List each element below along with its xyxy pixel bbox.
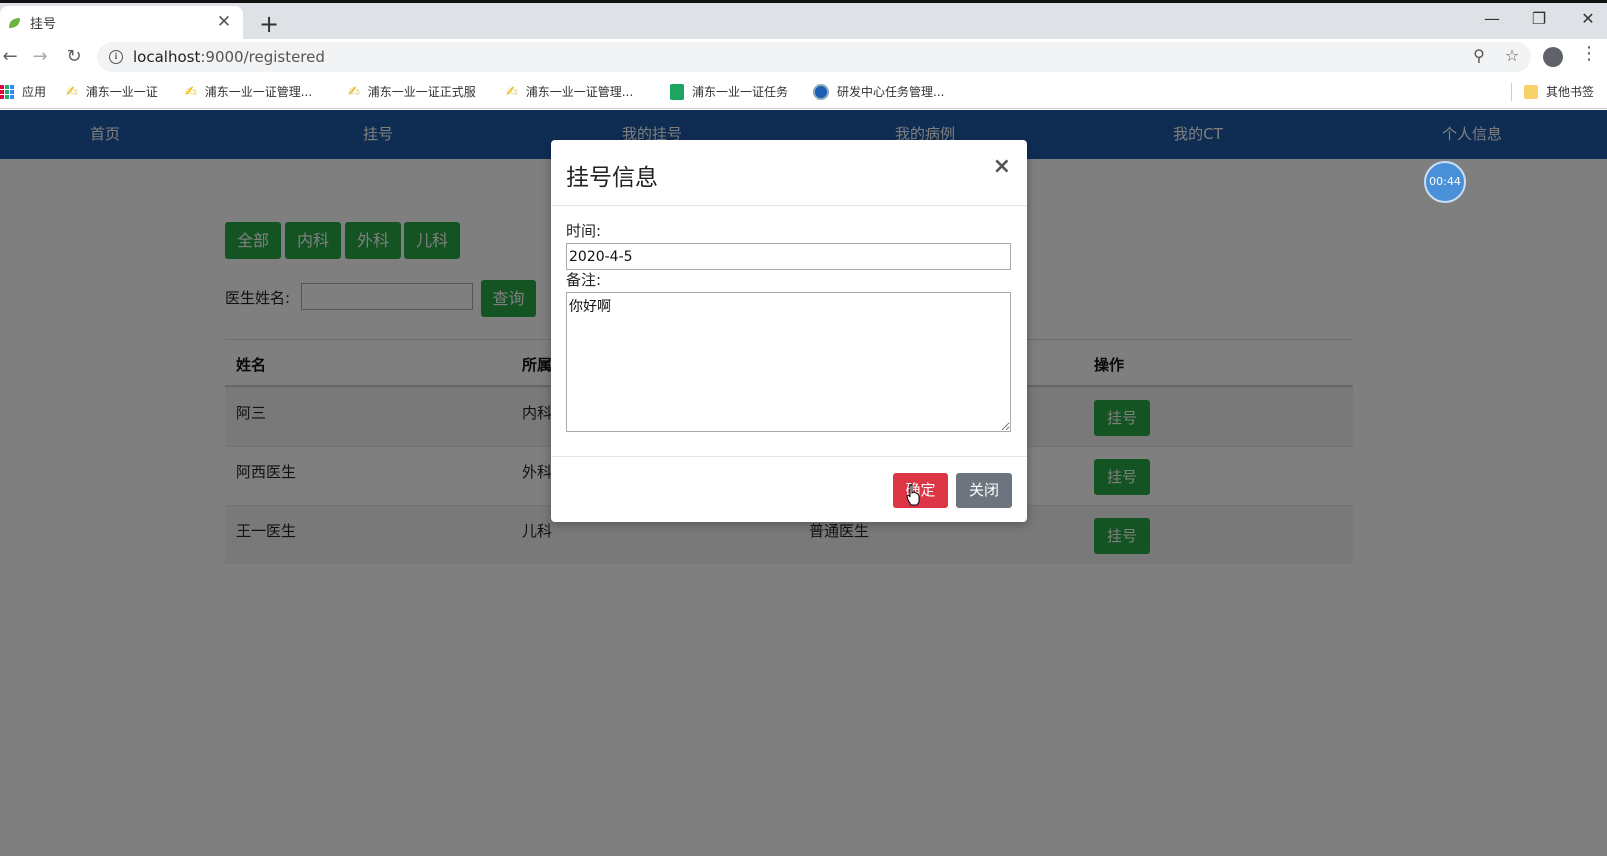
- bookmark-label: 研发中心任务管理...: [837, 85, 945, 99]
- bookmark-label: 浦东一业一证: [85, 85, 158, 99]
- bookmark-item[interactable]: ✍ 浦东一业一证管理...: [506, 83, 633, 100]
- url-text: localhost:9000/registered: [133, 48, 325, 66]
- forward-arrow-icon[interactable]: →: [28, 45, 52, 69]
- timer-badge: 00:44: [1424, 161, 1466, 203]
- registration-modal: 挂号信息 × 时间: 备注: 你好啊 确定 关闭: [551, 140, 1027, 522]
- sheet-icon: [670, 83, 684, 100]
- new-tab-button[interactable]: +: [256, 11, 282, 37]
- modal-title: 挂号信息: [566, 165, 658, 191]
- address-bar[interactable]: i localhost:9000/registered ⚲ ☆: [97, 42, 1531, 72]
- tab-close-icon[interactable]: ✕: [215, 14, 233, 31]
- zoom-icon[interactable]: ⚲: [1468, 46, 1490, 65]
- bookmarks-bar: 应用 ✍ 浦东一业一证 ✍ 浦东一业一证管理... ✍ 浦东一业一证正式服 ✍ …: [0, 75, 1607, 109]
- modal-footer: 确定 关闭: [551, 456, 1027, 522]
- pen-icon: ✍: [66, 83, 78, 100]
- bookmark-item[interactable]: 浦东一业一证任务: [670, 83, 788, 100]
- bookmark-item[interactable]: ✍ 浦东一业一证正式服: [348, 83, 476, 100]
- bookmark-other[interactable]: 其他书签: [1524, 83, 1594, 100]
- bookmark-label: 浦东一业一证任务: [692, 85, 789, 99]
- minimize-button[interactable]: —: [1477, 9, 1507, 28]
- modal-body: 时间: 备注: 你好啊: [551, 206, 1027, 456]
- time-label: 时间:: [566, 222, 602, 240]
- bookmark-apps[interactable]: 应用: [0, 83, 46, 100]
- info-icon[interactable]: i: [109, 50, 123, 64]
- confirm-button[interactable]: 确定: [893, 473, 948, 508]
- bookmark-separator: [1511, 83, 1512, 101]
- bookmark-item[interactable]: ✍ 浦东一业一证管理...: [185, 83, 312, 100]
- reload-icon[interactable]: ↻: [62, 45, 86, 69]
- pen-icon: ✍: [348, 83, 360, 100]
- note-label: 备注:: [566, 271, 602, 289]
- bookmark-item[interactable]: ✍ 浦东一业一证: [66, 83, 158, 100]
- tab-strip: 挂号 ✕ + — ❐ ✕: [0, 3, 1607, 39]
- close-icon[interactable]: ×: [993, 156, 1011, 178]
- url-path: :9000/registered: [200, 48, 325, 66]
- leaf-icon: [6, 15, 22, 31]
- pen-icon: ✍: [506, 83, 518, 100]
- back-arrow-icon[interactable]: ←: [0, 45, 22, 69]
- folder-icon: [1524, 84, 1538, 99]
- browser-tab[interactable]: 挂号 ✕: [0, 6, 243, 39]
- page: 首页 挂号 我的挂号 我的病例 我的CT 个人信息 全部 内科 外科 儿科 医生…: [0, 110, 1607, 856]
- bookmark-label: 其他书签: [1546, 85, 1595, 99]
- tab-title: 挂号: [30, 17, 57, 32]
- bookmark-label: 浦东一业一证管理...: [204, 85, 313, 99]
- note-textarea[interactable]: 你好啊: [566, 292, 1011, 432]
- url-host: localhost: [133, 48, 201, 66]
- browser-menu-icon[interactable]: ⋮: [1580, 45, 1598, 63]
- time-input[interactable]: [566, 243, 1011, 270]
- bookmark-label: 浦东一业一证管理...: [525, 85, 634, 99]
- bookmark-label: 浦东一业一证正式服: [367, 85, 476, 99]
- modal-header: 挂号信息 ×: [551, 140, 1027, 206]
- profile-avatar-icon[interactable]: [1543, 47, 1563, 67]
- close-button[interactable]: 关闭: [956, 473, 1012, 508]
- pen-icon: ✍: [185, 83, 197, 100]
- window-close-button[interactable]: ✕: [1573, 9, 1603, 28]
- globe-icon: [813, 83, 829, 100]
- bookmark-label: 应用: [22, 85, 47, 99]
- apps-grid-icon: [0, 84, 14, 99]
- bookmark-item[interactable]: 研发中心任务管理...: [813, 83, 944, 100]
- browser-toolbar: ← → ↻ i localhost:9000/registered ⚲ ☆ ⋮: [0, 39, 1607, 75]
- hand-cursor-icon: [906, 484, 920, 506]
- restore-button[interactable]: ❐: [1524, 9, 1554, 28]
- star-icon[interactable]: ☆: [1501, 46, 1523, 65]
